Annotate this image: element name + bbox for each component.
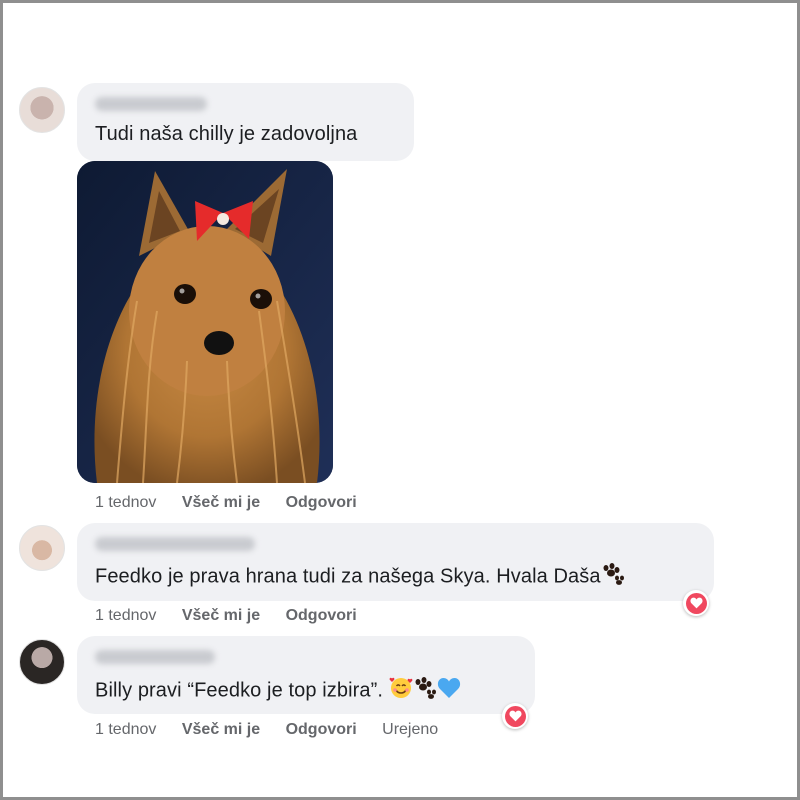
- edited-label: Urejeno: [382, 721, 439, 738]
- comment-bubble: Tudi naša chilly je zadovoljna: [77, 83, 414, 161]
- comment-text-line: Billy pravi “Feedko je top izbira”.: [95, 676, 461, 706]
- reaction-badge[interactable]: [502, 703, 528, 729]
- commenter-name-blurred[interactable]: [95, 650, 215, 664]
- comment-actions: 1 tednov Všeč mi je Odgovori: [95, 494, 378, 512]
- comment-bubble: Feedko je prava hrana tudi za našega Sky…: [77, 523, 714, 601]
- comment-text: Feedko je prava hrana tudi za našega Sky…: [95, 565, 601, 588]
- comment-actions: 1 tednov Všeč mi je Odgovori: [95, 607, 378, 625]
- avatar[interactable]: [19, 639, 65, 685]
- comment-text: Billy pravi “Feedko je top izbira”.: [95, 679, 384, 702]
- avatar[interactable]: [19, 87, 65, 133]
- comment-timestamp[interactable]: 1 tednov: [95, 494, 156, 511]
- smiling-face-with-hearts-icon: [389, 676, 413, 706]
- blue-heart-icon: [437, 677, 461, 705]
- comment-timestamp[interactable]: 1 tednov: [95, 721, 156, 738]
- heart-icon: [508, 710, 522, 722]
- reply-button[interactable]: Odgovori: [286, 721, 357, 738]
- comment-timestamp[interactable]: 1 tednov: [95, 607, 156, 624]
- comment-bubble: Billy pravi “Feedko je top izbira”.: [77, 636, 535, 714]
- like-button[interactable]: Všeč mi je: [182, 494, 260, 511]
- commenter-name-blurred[interactable]: [95, 97, 207, 111]
- commenter-name-blurred[interactable]: [95, 537, 255, 551]
- reply-button[interactable]: Odgovori: [286, 607, 357, 624]
- like-button[interactable]: Všeč mi je: [182, 721, 260, 738]
- comment-text: Tudi naša chilly je zadovoljna: [95, 123, 358, 145]
- comment-photo[interactable]: [77, 161, 333, 483]
- dog-photo-image: [77, 161, 333, 483]
- avatar[interactable]: [19, 525, 65, 571]
- heart-icon: [689, 597, 703, 609]
- reaction-badge[interactable]: [683, 590, 709, 616]
- comment-actions: 1 tednov Všeč mi je Odgovori Urejeno: [95, 721, 459, 739]
- reply-button[interactable]: Odgovori: [286, 494, 357, 511]
- paw-prints-icon: [601, 563, 625, 591]
- paw-prints-icon: [413, 677, 437, 705]
- like-button[interactable]: Všeč mi je: [182, 607, 260, 624]
- comment-text-line: Feedko je prava hrana tudi za našega Sky…: [95, 563, 625, 591]
- comments-panel: Tudi naša chilly je zadovoljna 1 tednov …: [0, 0, 800, 800]
